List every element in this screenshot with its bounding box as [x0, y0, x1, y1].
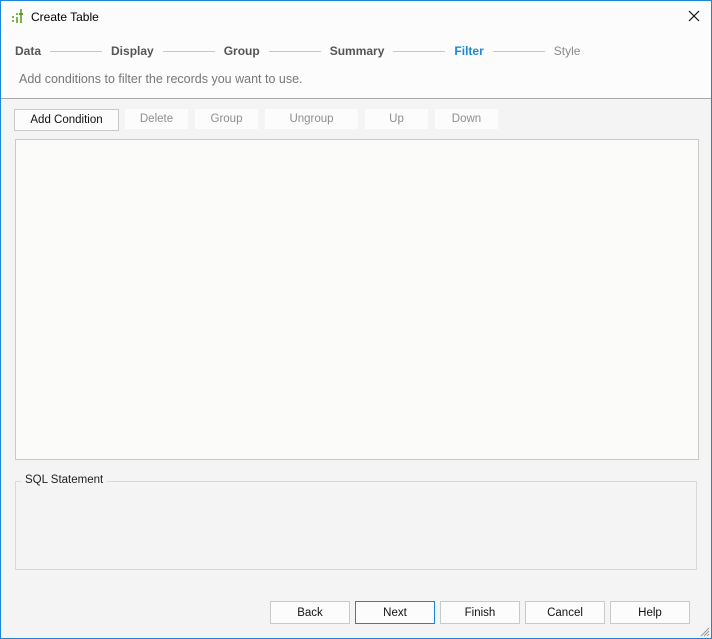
next-button[interactable]: Next: [355, 601, 435, 624]
add-condition-button[interactable]: Add Condition: [14, 109, 119, 131]
sql-statement-group: SQL Statement: [15, 474, 697, 570]
step-description: Add conditions to filter the records you…: [19, 72, 303, 86]
step-connector: [492, 50, 545, 52]
step-group: Group: [223, 44, 260, 58]
wizard-header: Data Display Group Summary Filter Style …: [1, 32, 711, 99]
down-button[interactable]: Down: [435, 109, 498, 129]
window-title: Create Table: [31, 10, 99, 24]
close-icon: [688, 10, 700, 22]
sql-statement-text: [24, 494, 688, 561]
step-display: Display: [111, 44, 154, 58]
wizard-steps: Data Display Group Summary Filter Style: [15, 43, 580, 59]
step-connector: [393, 50, 446, 52]
sql-statement-label: SQL Statement: [21, 474, 108, 486]
chart-bars-icon: [12, 9, 23, 23]
step-connector: [268, 50, 321, 52]
title-bar[interactable]: Create Table: [1, 1, 711, 32]
step-data: Data: [15, 44, 42, 58]
close-button[interactable]: [683, 5, 705, 27]
help-button[interactable]: Help: [610, 601, 690, 624]
create-table-dialog: Create Table Data Display Group Summary …: [0, 0, 712, 639]
step-summary: Summary: [329, 44, 385, 58]
step-filter: Filter: [454, 44, 484, 58]
back-button[interactable]: Back: [270, 601, 350, 624]
step-connector: [50, 50, 103, 52]
delete-button[interactable]: Delete: [125, 109, 188, 129]
cancel-button[interactable]: Cancel: [525, 601, 605, 624]
finish-button[interactable]: Finish: [440, 601, 520, 624]
resize-grip-icon[interactable]: [700, 627, 710, 637]
up-button[interactable]: Up: [365, 109, 428, 129]
step-connector: [162, 50, 215, 52]
conditions-list[interactable]: [15, 139, 699, 460]
step-style: Style: [553, 44, 581, 58]
group-button[interactable]: Group: [195, 109, 258, 129]
ungroup-button[interactable]: Ungroup: [265, 109, 358, 129]
